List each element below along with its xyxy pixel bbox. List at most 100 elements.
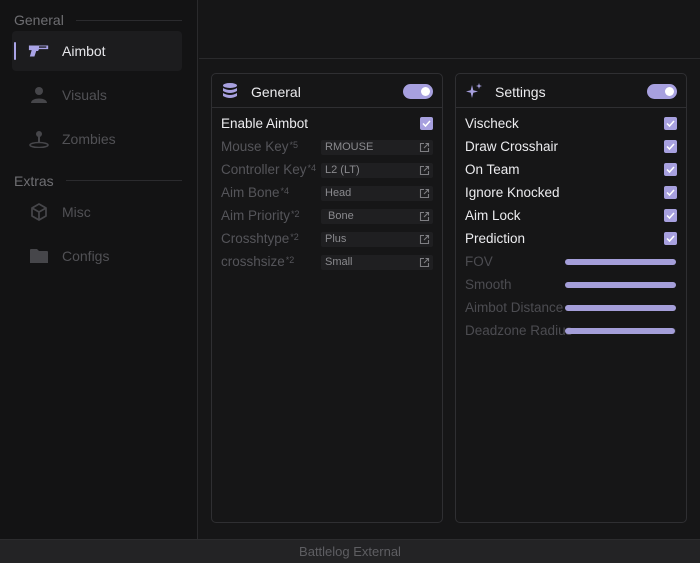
folder-icon [28,246,50,266]
joystick-icon [28,129,50,149]
keybind-row-crosshtype: Crosshtype*2 Plus [221,229,433,249]
fov-slider-row: FOV [465,252,677,272]
keybind-row-aim-priority: Aim Priority*2 Bone [221,206,433,226]
slider-label: FOV [465,254,493,269]
external-link-icon [419,188,430,199]
cube-icon [28,202,50,222]
draw-crosshair-checkbox[interactable] [664,140,677,153]
sparkles-icon [465,82,483,100]
slider-label: Deadzone Radius [465,323,573,338]
deadzone-radius-slider-row: Deadzone Radius [465,321,677,341]
slider-fill [565,305,676,311]
enable-aimbot-checkbox[interactable] [420,117,433,130]
footer-title-bar: Battlelog External [0,539,700,563]
app-window: General Aimbot Visuals Zombies Extras Mi… [0,0,700,563]
option-label: Draw Crosshair [465,139,559,154]
keybind-row-aim-bone: Aim Bone*4 Head [221,183,433,203]
keybind-label: Aim Priority*2 [221,208,300,223]
keybind-value: Small [325,256,353,268]
sidebar-item-misc[interactable]: Misc [12,192,182,232]
draw-crosshair-row: Draw Crosshair [465,137,677,157]
ignore-knocked-row: Ignore Knocked [465,183,677,203]
sidebar-item-visuals[interactable]: Visuals [12,75,182,115]
aimbot-distance-slider-row: Aimbot Distance [465,298,677,318]
settings-enable-toggle[interactable] [647,84,677,99]
sidebar-item-label: Configs [62,248,110,264]
option-label: On Team [465,162,520,177]
vischeck-row: Vischeck [465,114,677,134]
keybind-row-mouse-key: Mouse Key*5 RMOUSE [221,137,433,157]
aim-bone-selector[interactable]: Head [321,186,433,201]
external-link-icon [419,142,430,153]
top-bar [199,0,700,59]
option-label: Vischeck [465,116,519,131]
sidebar-section-general: General [14,12,64,28]
controller-key-selector[interactable]: L2 (LT) [321,163,433,178]
enable-aimbot-label: Enable Aimbot [221,116,309,131]
aim-priority-selector[interactable]: Bone [321,209,433,224]
database-icon [221,82,239,100]
option-label: Aim Lock [465,208,521,223]
smooth-slider-row: Smooth [465,275,677,295]
person-icon [28,85,50,105]
keybind-row-crosshsize: crosshsize*2 Small [221,252,433,272]
toggle-knob [665,87,674,96]
external-link-icon [419,234,430,245]
section-divider [66,180,182,181]
fov-slider[interactable] [565,259,676,265]
sidebar-section-extras: Extras [14,173,54,189]
keybind-value: Bone [328,210,354,222]
slider-label: Smooth [465,277,512,292]
crosshtype-selector[interactable]: Plus [321,232,433,247]
aimbot-distance-slider[interactable] [565,305,676,311]
slider-fill [565,259,676,265]
settings-panel: Settings Vischeck Draw Crosshair On Team… [455,73,687,523]
external-link-icon [419,165,430,176]
sidebar-item-label: Zombies [62,131,116,147]
keybind-label: Mouse Key*5 [221,139,299,154]
active-indicator [14,42,16,60]
aim-lock-row: Aim Lock [465,206,677,226]
option-label: Prediction [465,231,526,246]
slider-fill [565,328,675,334]
keybind-row-controller-key: Controller Key*4 L2 (LT) [221,160,433,180]
panel-header: General [212,74,442,108]
prediction-row: Prediction [465,229,677,249]
keybind-value: Head [325,187,352,199]
aim-lock-checkbox[interactable] [664,209,677,222]
general-enable-toggle[interactable] [403,84,433,99]
ignore-knocked-checkbox[interactable] [664,186,677,199]
prediction-checkbox[interactable] [664,232,677,245]
deadzone-radius-slider[interactable] [565,328,676,334]
enable-aimbot-row: Enable Aimbot [221,114,433,134]
sidebar-item-aimbot[interactable]: Aimbot [12,31,182,71]
keybind-label: crosshsize*2 [221,254,295,269]
keybind-label: Crosshtype*2 [221,231,299,246]
vischeck-checkbox[interactable] [664,117,677,130]
external-link-icon [419,211,430,222]
sidebar-item-label: Aimbot [62,43,106,59]
sidebar-item-label: Visuals [62,87,107,103]
keybind-value: L2 (LT) [325,164,360,176]
keybind-label: Controller Key*4 [221,162,317,177]
general-panel: General Enable Aimbot Mouse Key*5 RMOUSE… [211,73,443,523]
panel-title: Settings [495,84,546,100]
on-team-row: On Team [465,160,677,180]
sidebar-item-configs[interactable]: Configs [12,236,182,276]
external-link-icon [419,257,430,268]
sidebar-item-zombies[interactable]: Zombies [12,119,182,159]
smooth-slider[interactable] [565,282,676,288]
toggle-knob [421,87,430,96]
pistol-icon [28,41,50,61]
on-team-checkbox[interactable] [664,163,677,176]
option-label: Ignore Knocked [465,185,560,200]
mouse-key-selector[interactable]: RMOUSE [321,140,433,155]
slider-fill [565,282,676,288]
sidebar-item-label: Misc [62,204,91,220]
section-divider [76,20,182,21]
crosshsize-selector[interactable]: Small [321,255,433,270]
keybind-value: RMOUSE [325,141,374,153]
panel-title: General [251,84,301,100]
keybind-label: Aim Bone*4 [221,185,290,200]
panel-header: Settings [456,74,686,108]
